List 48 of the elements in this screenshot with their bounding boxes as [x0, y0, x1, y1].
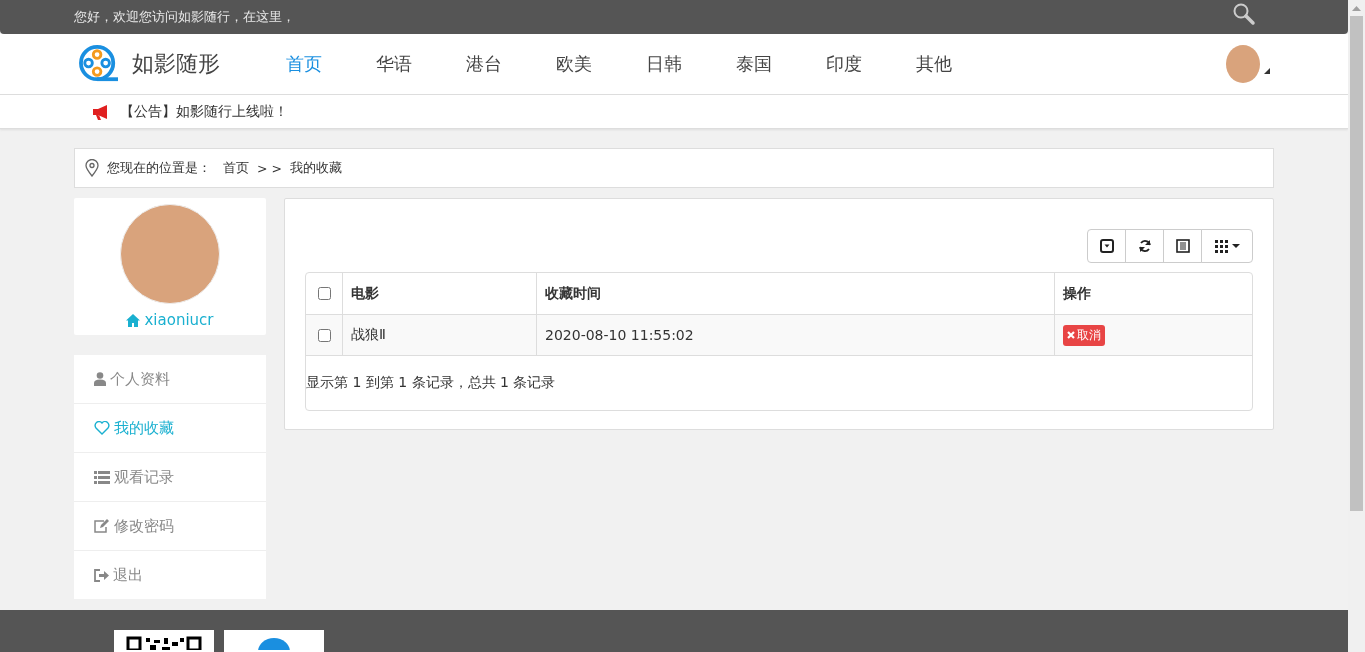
sign-out-icon	[94, 568, 109, 582]
sidebar-item[interactable]: 个人资料	[74, 355, 266, 403]
nav-link[interactable]: 首页	[286, 52, 376, 76]
column-header: 电影	[351, 284, 379, 303]
greeting-text: 您好，欢迎您访问如影随行，在这里，	[74, 8, 295, 26]
close-icon	[1067, 331, 1075, 339]
nav-link[interactable]: 欧美	[556, 52, 646, 76]
grid-icon	[1214, 239, 1228, 253]
caret-icon	[1231, 244, 1240, 248]
breadcrumb-current: 我的收藏	[289, 159, 342, 177]
nav-link[interactable]: 港台	[466, 52, 556, 76]
breadcrumb-label: 您现在的位置是：	[107, 159, 211, 177]
caret-icon[interactable]	[1264, 68, 1270, 74]
nav-link[interactable]: 印度	[826, 52, 916, 76]
user-icon	[94, 372, 106, 386]
nav-link[interactable]: 华语	[376, 52, 466, 76]
sidebar-item[interactable]: 修改密码	[74, 502, 266, 550]
sidebar-item[interactable]: 退出	[74, 551, 266, 599]
refresh-icon	[1137, 239, 1152, 253]
location-pin-icon	[85, 159, 99, 177]
select-all-checkbox[interactable]	[317, 287, 331, 300]
table-cell: 2020-08-10 11:55:02	[545, 327, 694, 343]
nav-link[interactable]: 其他	[916, 52, 1006, 76]
search-icon[interactable]	[1232, 2, 1256, 26]
breadcrumb-link[interactable]: 首页	[223, 159, 249, 177]
list-icon	[94, 470, 110, 484]
toggle-icon	[1099, 239, 1114, 253]
site-title[interactable]: 如影随形	[132, 49, 220, 79]
list-icon	[1175, 239, 1190, 253]
home-icon	[126, 313, 141, 327]
heart-icon	[94, 421, 110, 435]
column-header: 收藏时间	[545, 284, 601, 303]
cancel-button[interactable]: 取消	[1063, 324, 1105, 346]
list-view-button[interactable]	[1163, 229, 1202, 263]
notice-text[interactable]: 【公告】如影随行上线啦！	[120, 102, 288, 121]
toggle-button[interactable]	[1087, 229, 1126, 263]
table-cell: 战狼Ⅱ	[351, 326, 386, 344]
refresh-button[interactable]	[1125, 229, 1164, 263]
nav-link[interactable]: 泰国	[736, 52, 826, 76]
edit-icon	[94, 519, 110, 533]
logo-icon[interactable]	[78, 45, 120, 83]
sidebar-item[interactable]: 观看记录	[74, 453, 266, 501]
pagination-info: 显示第 1 到第 1 条记录，总共 1 条记录	[306, 374, 556, 392]
nav-link[interactable]: 日韩	[646, 52, 736, 76]
row-checkbox[interactable]	[317, 328, 331, 342]
columns-button[interactable]	[1201, 229, 1253, 263]
breadcrumb-separator: > >	[257, 160, 282, 176]
column-header: 操作	[1063, 284, 1091, 303]
